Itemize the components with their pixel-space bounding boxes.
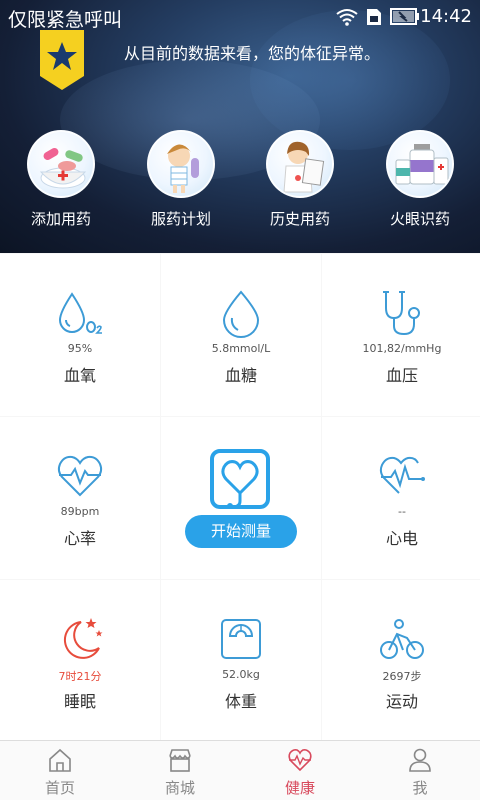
tab-label: 商城 [164, 779, 195, 797]
metric-value: -- [398, 505, 406, 518]
metric-name: 睡眠 [63, 692, 96, 711]
shortcut-identify-medicine[interactable]: 火眼识药 [365, 130, 475, 229]
bicycle-icon [380, 619, 424, 659]
metric-name: 血压 [385, 366, 418, 385]
status-message: 从目前的数据来看，您的体征异常。 [124, 44, 381, 63]
metric-value: 101,82/mmHg [362, 342, 442, 355]
metric-blood-sugar[interactable]: 5.8mmol/L 血糖 [161, 254, 321, 416]
tab-me[interactable]: 我 [360, 741, 480, 800]
metric-heart-rate[interactable]: 89bpm 心率 [0, 417, 160, 579]
shortcut-add-medicine[interactable]: 添加用药 [6, 130, 116, 229]
scale-icon [221, 619, 261, 659]
identify-medicine-icon [386, 130, 454, 198]
shortcut-label: 服药计划 [150, 210, 211, 228]
battery-icon [390, 8, 419, 25]
metric-weight[interactable]: 52.0kg 体重 [161, 580, 321, 742]
tab-health[interactable]: 健康 [240, 741, 360, 800]
metric-sleep[interactable]: 7时21分 睡眠 [0, 580, 160, 742]
tab-home[interactable]: 首页 [0, 741, 120, 800]
heart-monitor-icon[interactable] [210, 449, 270, 511]
metric-value: 95% [67, 342, 93, 355]
medication-plan-icon [147, 130, 215, 198]
metric-ecg[interactable]: -- 心电 [322, 417, 480, 579]
wifi-icon [336, 9, 358, 26]
moon-stars-icon [63, 618, 103, 659]
clock: 14:42 [420, 6, 472, 27]
user-icon [409, 748, 431, 772]
tab-store[interactable]: 商城 [120, 741, 240, 800]
metric-value: 5.8mmol/L [211, 342, 271, 355]
shortcut-label: 添加用药 [30, 210, 91, 228]
metric-name: 心电 [385, 529, 418, 548]
metric-blood-oxygen[interactable]: 95% 血氧 [0, 254, 160, 416]
bottom-tab-bar: 首页 商城 健康 我 [0, 740, 480, 800]
start-measure-button[interactable]: 开始测量 [185, 515, 297, 548]
add-medicine-icon [27, 130, 95, 198]
metric-name: 血氧 [63, 366, 96, 385]
blood-sugar-icon [222, 290, 260, 338]
metric-name: 心率 [63, 529, 96, 548]
star-badge-icon[interactable] [40, 30, 84, 90]
carrier-text: 仅限紧急呼叫 [8, 9, 123, 31]
medication-history-icon [266, 130, 334, 198]
ecg-icon [379, 456, 425, 494]
tab-label: 健康 [284, 779, 315, 797]
metric-value: 7时21分 [58, 670, 102, 683]
metric-value: 2697步 [382, 670, 422, 683]
metric-name: 运动 [385, 692, 418, 711]
shortcut-label: 历史用药 [269, 210, 330, 228]
shortcut-label: 火眼识药 [389, 210, 450, 228]
blood-oxygen-icon [58, 292, 102, 334]
health-heart-icon [288, 749, 312, 772]
metric-exercise[interactable]: 2697步 运动 [322, 580, 480, 742]
header-banner: 仅限紧急呼叫 14:42 从目前的数据来看，您的体征异常。 添加用药 服药计划 … [0, 0, 480, 253]
metric-value: 52.0kg [222, 668, 260, 681]
shortcut-medication-history[interactable]: 历史用药 [245, 130, 355, 229]
sim-icon [367, 9, 381, 25]
status-bar: 仅限紧急呼叫 14:42 [0, 0, 480, 34]
metric-name: 血糖 [224, 366, 257, 385]
heart-rate-icon [57, 455, 103, 497]
metric-name: 体重 [224, 692, 257, 711]
tab-label: 我 [412, 779, 428, 797]
stethoscope-icon [383, 291, 420, 336]
tab-label: 首页 [44, 779, 75, 797]
metric-value: 89bpm [60, 505, 100, 518]
home-icon [49, 748, 71, 772]
shortcut-medication-plan[interactable]: 服药计划 [126, 130, 236, 229]
store-icon [169, 749, 191, 772]
metric-blood-pressure[interactable]: 101,82/mmHg 血压 [322, 254, 480, 416]
